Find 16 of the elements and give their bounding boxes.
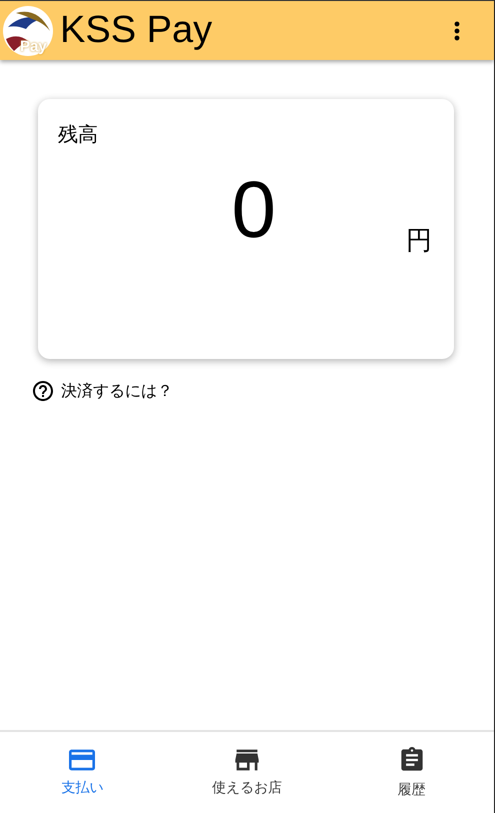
app-title: KSS Pay [60, 9, 214, 52]
nav-tab[interactable]: 支払い [0, 732, 165, 813]
help-icon [31, 379, 55, 403]
credit-card-icon [69, 748, 96, 770]
nav-tab[interactable]: 使えるお店 [164, 732, 330, 813]
store-icon [234, 748, 260, 770]
help-link-text: 決済するには？ [61, 380, 173, 402]
help-link[interactable]: 決済するには？ [31, 379, 173, 403]
more-vertical-icon [454, 20, 460, 40]
logo-icon [2, 4, 54, 56]
balance-amount: 0 [232, 170, 276, 250]
currency-unit: 円 [406, 225, 432, 258]
clipboard-icon [400, 746, 424, 772]
balance-label: 残高 [58, 121, 98, 148]
logo-text: Pay [20, 38, 47, 54]
nav-tab[interactable]: 履歴 [329, 732, 494, 813]
